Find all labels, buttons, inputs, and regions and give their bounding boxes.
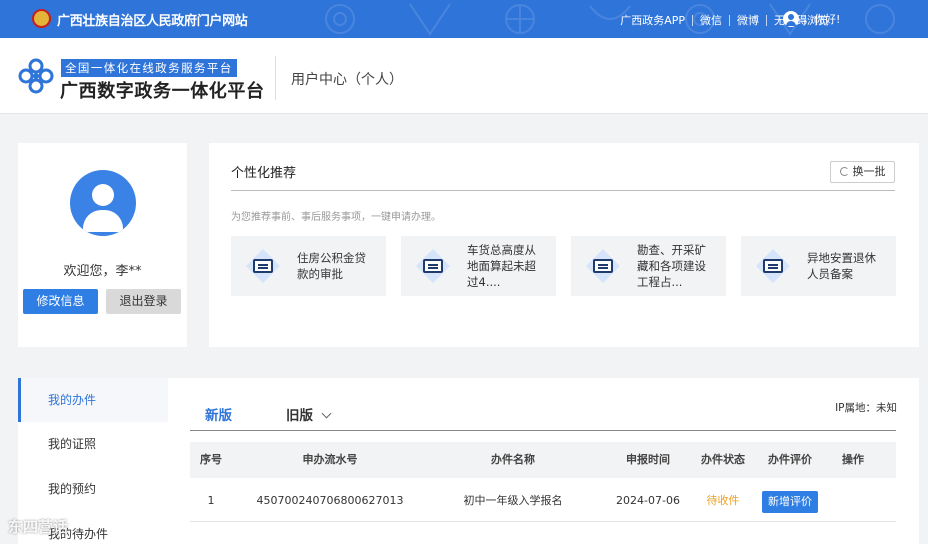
recommend-card: 个性化推荐 换一批 为您推荐事前、事后服务事项，一键申请办理。 住房公积金贷款的…: [209, 143, 919, 347]
recommend-item[interactable]: 异地安置退休人员备案: [741, 236, 896, 296]
recommend-item[interactable]: 车货总高度从地面算起未超过4....: [401, 236, 556, 296]
recommend-item-label: 车货总高度从地面算起未超过4....: [467, 243, 536, 289]
chevron-down-icon: [321, 408, 332, 419]
add-evaluation-button[interactable]: 新增评价: [762, 491, 818, 513]
table-row[interactable]: 1 450700240706800627013 初中一年级入学报名 2024-0…: [190, 482, 896, 522]
ip-location: IP属地：未知: [835, 402, 897, 414]
id-card-icon: [416, 249, 450, 283]
refresh-icon: [839, 167, 849, 176]
recommend-item-label: 勘查、开采矿藏和各项建设工程占...: [637, 243, 706, 289]
recommend-title: 个性化推荐: [231, 166, 297, 181]
edit-info-button[interactable]: 修改信息: [23, 289, 98, 314]
tab-old-label: 旧版: [286, 408, 313, 424]
table-header: 序号 申办流水号 办件名称 申报时间 办件状态 办件评价 操作: [190, 442, 896, 478]
cell-index: 1: [207, 494, 215, 507]
refresh-label: 换一批: [852, 165, 886, 178]
national-emblem-icon[interactable]: [32, 9, 51, 28]
case-panel: 新版 旧版 IP属地：未知 序号 申办流水号 办件名称 申报时间 办件状态 办件…: [168, 378, 919, 544]
recommend-subtitle: 为您推荐事前、事后服务事项，一键申请办理。: [231, 212, 441, 223]
recommend-item[interactable]: 住房公积金贷款的审批: [231, 236, 386, 296]
id-card-icon: [246, 249, 280, 283]
cell-serial: 450700240706800627013: [256, 494, 404, 507]
tab-old-version[interactable]: 旧版: [286, 404, 332, 424]
header-divider: [275, 56, 276, 100]
id-card-icon: [756, 249, 790, 283]
user-center-title: 用户中心（个人）: [291, 72, 403, 88]
col-name: 办件名称: [491, 453, 535, 466]
divider: [231, 190, 895, 191]
col-date: 申报时间: [626, 453, 670, 466]
refresh-button[interactable]: 换一批: [830, 161, 895, 183]
logo-tagline: 全国一体化在线政务服务平台: [61, 59, 237, 77]
header: 全国一体化在线政务服务平台 广西数字政务一体化平台 用户中心（个人）: [0, 38, 928, 114]
nav-item-my-certificates[interactable]: 我的证照: [18, 422, 168, 466]
site-title[interactable]: 广西壮族自治区人民政府门户网站: [57, 10, 248, 29]
top-bar: 广西壮族自治区人民政府门户网站 广西政务APP 微信 微博 无障碍浏览 ，你好!: [0, 0, 928, 38]
col-serial: 申办流水号: [302, 453, 358, 466]
col-evaluate: 办件评价: [768, 453, 812, 466]
cell-name: 初中一年级入学报名: [463, 494, 563, 507]
recommend-item[interactable]: 勘查、开采矿藏和各项建设工程占...: [571, 236, 726, 296]
recommend-item-label: 住房公积金贷款的审批: [297, 251, 366, 281]
col-action: 操作: [842, 453, 864, 466]
user-greeting[interactable]: ，你好!: [783, 11, 840, 27]
welcome-text: 欢迎您，李**: [63, 264, 142, 279]
divider: [190, 430, 896, 431]
platform-logo-icon[interactable]: [18, 58, 54, 94]
status-badge: 待收件: [706, 494, 740, 507]
cell-date: 2024-07-06: [616, 494, 680, 507]
link-wechat[interactable]: 微信: [693, 12, 729, 28]
link-app[interactable]: 广西政务APP: [613, 12, 692, 28]
profile-card: 欢迎您，李** 修改信息 退出登录: [18, 143, 187, 347]
recommend-list: 住房公积金贷款的审批 车货总高度从地面算起未超过4.... 勘查、开采矿藏和各项…: [231, 236, 897, 296]
avatar: [70, 170, 136, 236]
id-card-icon: [586, 249, 620, 283]
link-weibo[interactable]: 微博: [730, 12, 766, 28]
logout-button[interactable]: 退出登录: [106, 289, 181, 314]
col-status: 办件状态: [701, 453, 745, 466]
nav-item-my-cases[interactable]: 我的办件: [18, 378, 168, 422]
user-avatar-icon: [783, 11, 799, 27]
recommend-item-label: 异地安置退休人员备案: [807, 251, 876, 281]
watermark: 东四营话: [8, 518, 69, 536]
logo-title[interactable]: 广西数字政务一体化平台: [60, 77, 265, 103]
greeting-text: ，你好!: [803, 13, 841, 26]
nav-item-my-appointments[interactable]: 我的预约: [18, 467, 168, 511]
col-index: 序号: [200, 453, 222, 466]
tab-new-version[interactable]: 新版: [205, 404, 232, 424]
